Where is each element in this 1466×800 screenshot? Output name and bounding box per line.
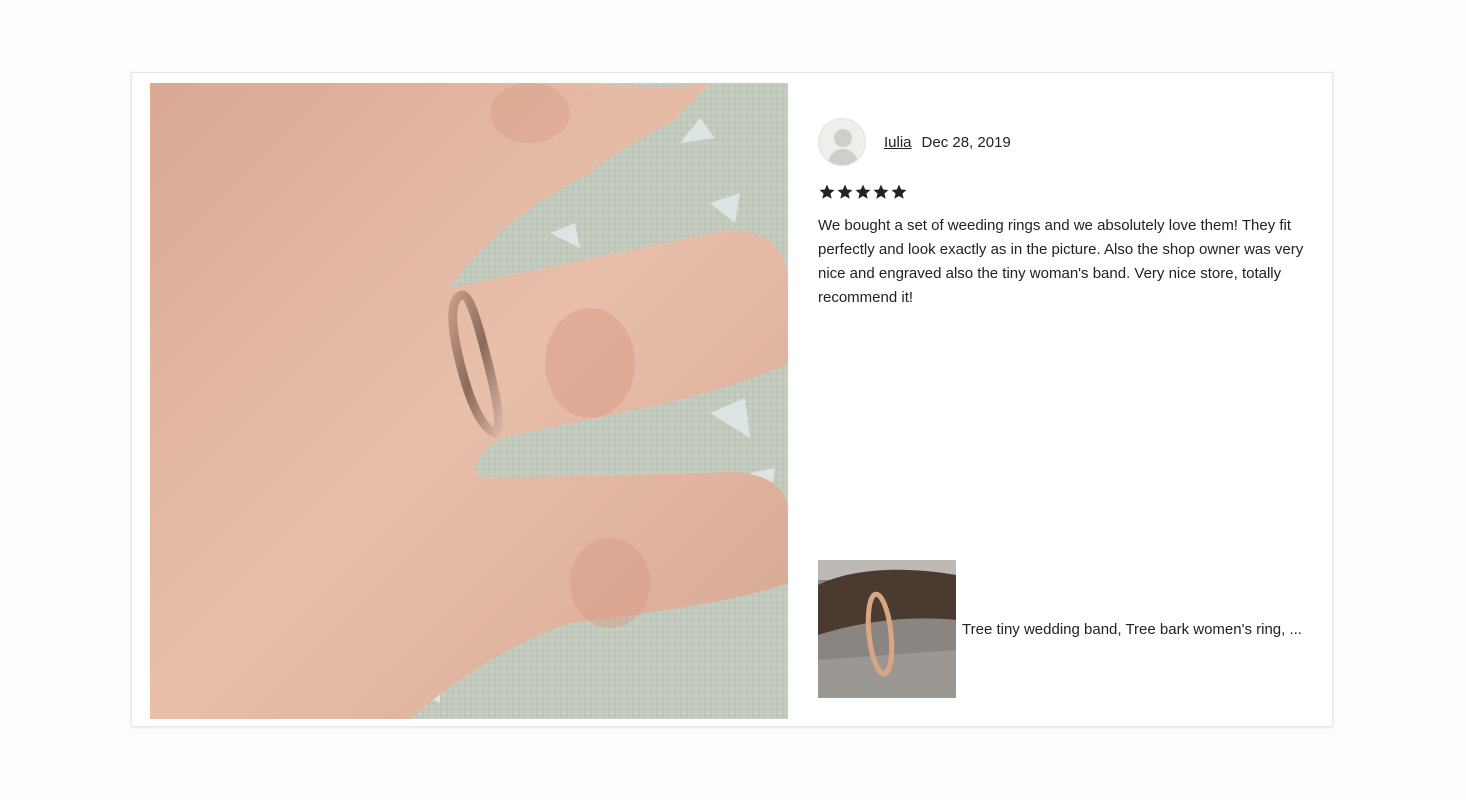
reviewer-row: Iulia Dec 28, 2019 xyxy=(818,117,1308,167)
star-icon xyxy=(819,184,835,199)
avatar[interactable] xyxy=(818,118,866,166)
star-rating xyxy=(818,183,908,201)
star-icon xyxy=(837,184,853,199)
default-user-silhouette-icon xyxy=(827,129,859,165)
star-icon xyxy=(891,184,907,199)
listing-title[interactable]: Tree tiny wedding band, Tree bark women'… xyxy=(962,621,1302,638)
reviewer-name-link[interactable]: Iulia xyxy=(884,134,912,151)
star-icon xyxy=(855,184,871,199)
review-text: We bought a set of weeding rings and we … xyxy=(818,217,1304,306)
listing-thumbnail[interactable] xyxy=(818,560,956,698)
listing-link[interactable]: Tree tiny wedding band, Tree bark women'… xyxy=(818,560,1308,698)
review-details-panel: Iulia Dec 28, 2019 We bought a set of we… xyxy=(818,117,1308,707)
review-date: Dec 28, 2019 xyxy=(921,133,1011,151)
review-photo xyxy=(150,83,788,719)
review-photo-modal: Iulia Dec 28, 2019 We bought a set of we… xyxy=(131,72,1333,727)
star-icon xyxy=(873,184,889,199)
